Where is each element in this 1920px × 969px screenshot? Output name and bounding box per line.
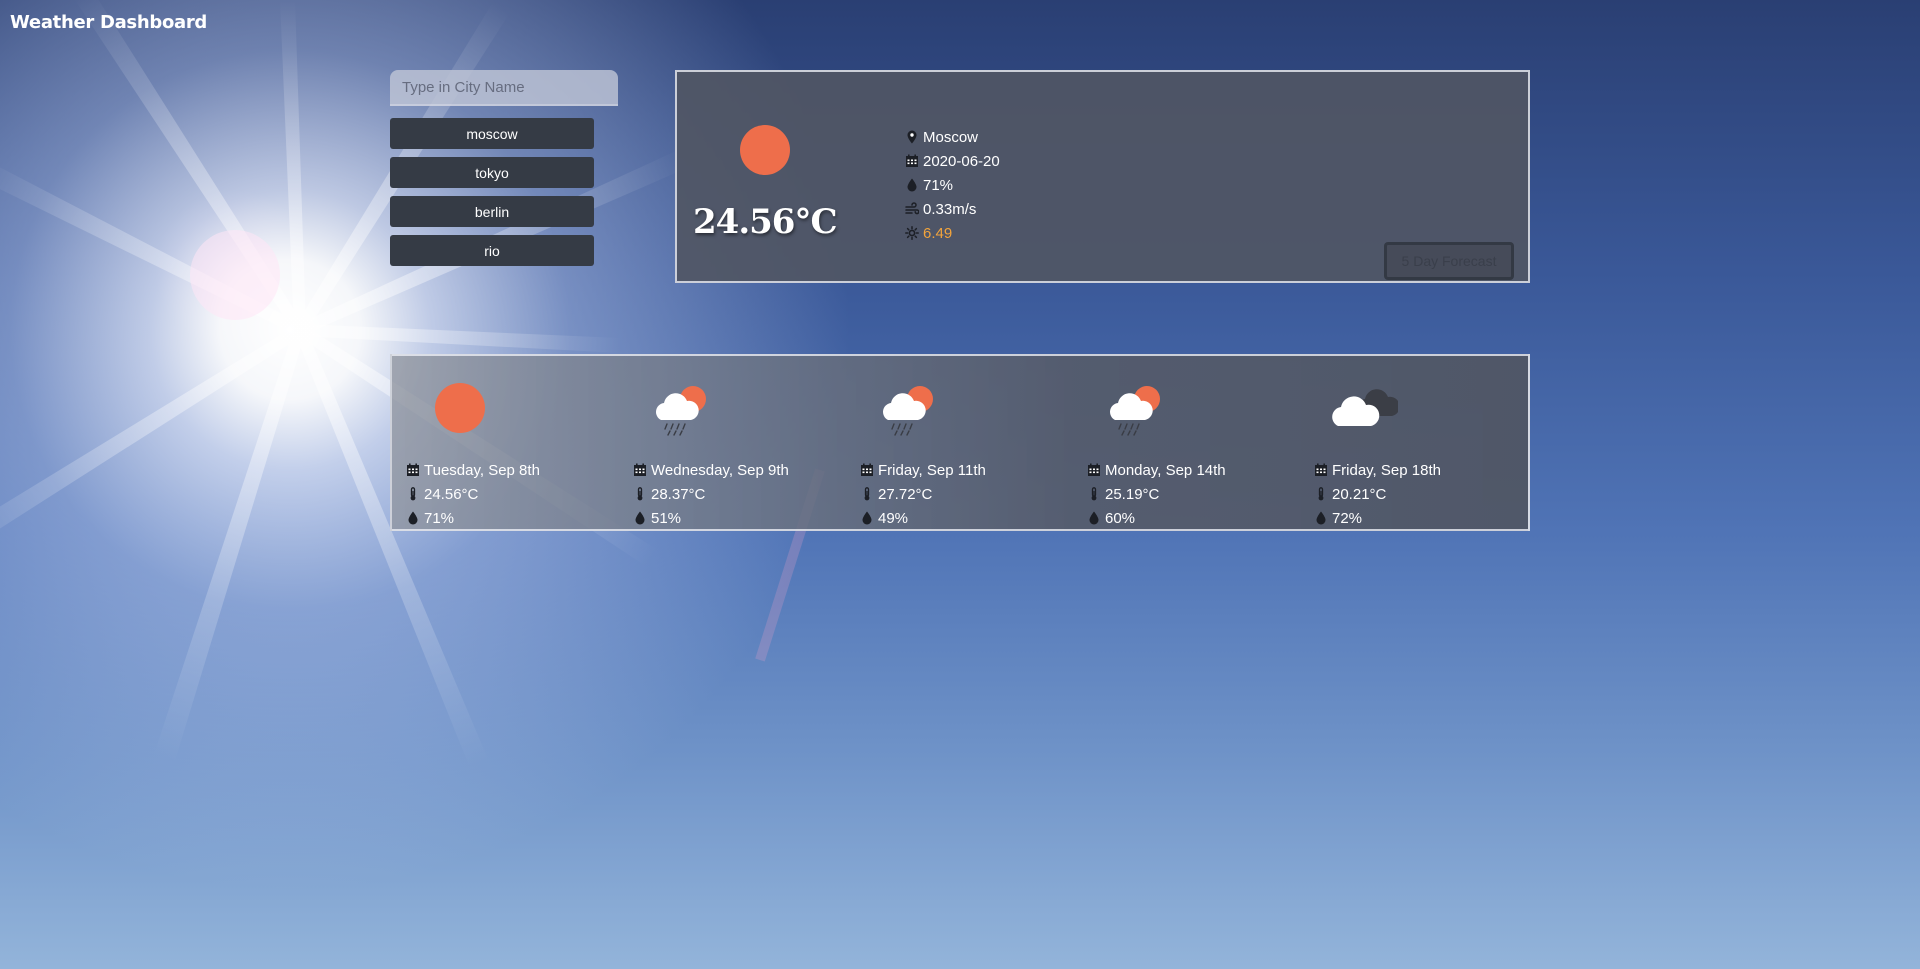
thermometer-icon <box>410 487 416 501</box>
forecast-date: Friday, Sep 11th <box>878 461 986 479</box>
forecast-temp: 20.21°C <box>1332 485 1387 503</box>
cloudy-icon <box>1332 389 1398 426</box>
forecast-date: Wednesday, Sep 9th <box>651 461 789 479</box>
current-temperature: 24.56°C <box>693 202 838 242</box>
forecast-humidity: 71% <box>424 509 455 527</box>
forecast-date: Friday, Sep 18th <box>1332 461 1441 479</box>
forecast-day: Monday, Sep 14th 25.19°C 60% <box>1073 356 1293 531</box>
current-uv-index: 6.49 <box>923 224 953 242</box>
thermometer-icon <box>864 487 870 501</box>
forecast-day: Friday, Sep 11th 27.72°C 49% <box>846 356 1066 531</box>
wind-icon <box>905 202 919 215</box>
five-day-forecast-panel: Tuesday, Sep 8th 24.56°C 71% Wednesday, … <box>390 354 1530 531</box>
forecast-humidity-row: 49% <box>860 506 986 530</box>
forecast-humidity: 49% <box>878 509 909 527</box>
forecast-humidity: 51% <box>651 509 682 527</box>
city-button-berlin[interactable]: berlin <box>390 196 594 227</box>
forecast-day-info: Friday, Sep 11th 27.72°C 49% <box>860 458 986 530</box>
app-title: Weather Dashboard <box>10 12 208 33</box>
forecast-humidity-row: 71% <box>406 506 540 530</box>
calendar-icon <box>1088 463 1100 476</box>
forecast-temp-row: 28.37°C <box>633 482 789 506</box>
forecast-temp: 25.19°C <box>1105 485 1160 503</box>
droplet-icon <box>907 178 917 192</box>
location-row: Moscow <box>905 125 1000 149</box>
uv-row: 6.49 <box>905 221 1000 245</box>
forecast-temp: 28.37°C <box>651 485 706 503</box>
sun-icon <box>740 125 790 175</box>
date-row: 2020-06-20 <box>905 149 1000 173</box>
thermometer-icon <box>1091 487 1097 501</box>
humidity-row: 71% <box>905 173 1000 197</box>
current-wind: 0.33m/s <box>923 200 977 218</box>
sun-uv-icon <box>905 226 919 240</box>
sun-icon <box>435 383 485 433</box>
droplet-icon <box>1316 511 1326 525</box>
city-history-list: moscow tokyo berlin rio <box>390 118 594 274</box>
forecast-date-row: Friday, Sep 18th <box>1314 458 1441 482</box>
calendar-icon <box>1315 463 1327 476</box>
forecast-date-row: Wednesday, Sep 9th <box>633 458 789 482</box>
forecast-date-row: Monday, Sep 14th <box>1087 458 1226 482</box>
forecast-temp-row: 27.72°C <box>860 482 986 506</box>
city-search-input[interactable] <box>390 70 618 106</box>
five-day-forecast-button[interactable]: 5 Day Forecast <box>1384 242 1514 280</box>
forecast-day: Tuesday, Sep 8th 24.56°C 71% <box>392 356 612 531</box>
forecast-temp: 27.72°C <box>878 485 933 503</box>
city-button-moscow[interactable]: moscow <box>390 118 594 149</box>
forecast-date: Monday, Sep 14th <box>1105 461 1226 479</box>
forecast-day-info: Friday, Sep 18th 20.21°C 72% <box>1314 458 1441 530</box>
forecast-humidity: 72% <box>1332 509 1363 527</box>
rain-sun-icon <box>656 386 706 436</box>
map-pin-icon <box>907 130 917 144</box>
wind-row: 0.33m/s <box>905 197 1000 221</box>
rain-sun-icon <box>1110 386 1160 436</box>
calendar-icon <box>634 463 646 476</box>
droplet-icon <box>862 511 872 525</box>
forecast-day: Wednesday, Sep 9th 28.37°C 51% <box>619 356 839 531</box>
forecast-date-row: Tuesday, Sep 8th <box>406 458 540 482</box>
thermometer-icon <box>637 487 643 501</box>
forecast-humidity-row: 51% <box>633 506 789 530</box>
thermometer-icon <box>1318 487 1324 501</box>
forecast-date-row: Friday, Sep 11th <box>860 458 986 482</box>
forecast-day-info: Monday, Sep 14th 25.19°C 60% <box>1087 458 1226 530</box>
forecast-temp-row: 24.56°C <box>406 482 540 506</box>
current-date: 2020-06-20 <box>923 152 1000 170</box>
current-details: Moscow 2020-06-20 71% 0.33m/s 6.49 <box>905 125 1000 245</box>
droplet-icon <box>1089 511 1099 525</box>
forecast-day-info: Wednesday, Sep 9th 28.37°C 51% <box>633 458 789 530</box>
forecast-temp-row: 25.19°C <box>1087 482 1226 506</box>
forecast-humidity-row: 60% <box>1087 506 1226 530</box>
city-button-tokyo[interactable]: tokyo <box>390 157 594 188</box>
droplet-icon <box>635 511 645 525</box>
forecast-day-info: Tuesday, Sep 8th 24.56°C 71% <box>406 458 540 530</box>
forecast-temp: 24.56°C <box>424 485 479 503</box>
calendar-icon <box>861 463 873 476</box>
forecast-temp-row: 20.21°C <box>1314 482 1441 506</box>
current-weather-card: 24.56°C Moscow 2020-06-20 71% 0.33m/s 6.… <box>675 70 1530 283</box>
current-humidity: 71% <box>923 176 954 194</box>
forecast-day: Friday, Sep 18th 20.21°C 72% <box>1300 356 1520 531</box>
forecast-date: Tuesday, Sep 8th <box>424 461 540 479</box>
forecast-humidity: 60% <box>1105 509 1136 527</box>
city-button-rio[interactable]: rio <box>390 235 594 266</box>
forecast-humidity-row: 72% <box>1314 506 1441 530</box>
rain-sun-icon <box>883 386 933 436</box>
calendar-icon <box>906 154 918 167</box>
calendar-icon <box>407 463 419 476</box>
current-city: Moscow <box>923 128 979 146</box>
droplet-icon <box>408 511 418 525</box>
